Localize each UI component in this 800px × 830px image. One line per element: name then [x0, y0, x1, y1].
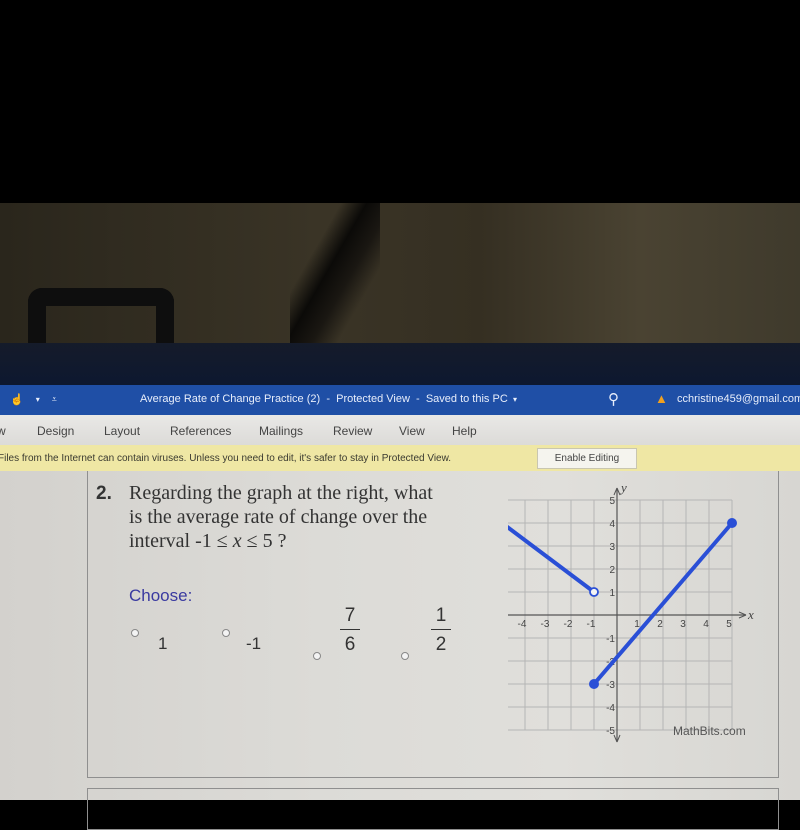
series [508, 518, 737, 689]
y-tick-label: 4 [609, 519, 615, 530]
x-tick-label: -2 [564, 619, 573, 630]
ribbon-tabs: w Design Layout References Mailings Revi… [0, 415, 800, 445]
warning-icon[interactable]: ▲ [655, 391, 668, 406]
option-1-radio[interactable] [131, 629, 139, 637]
y-tick-label: 5 [609, 496, 615, 507]
title-bar: ☝ ▾ ⩡ Average Rate of Change Practice (2… [0, 385, 800, 415]
closed-endpoint [589, 679, 599, 689]
y-tick-label: 2 [609, 565, 615, 576]
x-axis-label: x [747, 607, 754, 622]
tab-mailings[interactable]: Mailings [259, 424, 303, 438]
document-title[interactable]: Average Rate of Change Practice (2) - Pr… [140, 393, 517, 405]
enable-editing-button[interactable]: Enable Editing [537, 448, 637, 469]
open-endpoint [589, 587, 599, 597]
save-status-dropdown-icon[interactable]: ▾ [511, 395, 517, 404]
option-3-fraction: 7 6 [340, 605, 360, 656]
x-tick-label: 3 [680, 619, 686, 630]
segment-left-line [508, 525, 596, 594]
fraction-bar [340, 629, 360, 630]
x-tick-label: -1 [587, 619, 596, 630]
y-axis-label: y [619, 480, 627, 495]
tab-review[interactable]: Review [333, 424, 372, 438]
tick-labels: -5-4-3-2-11234554321-1-2-3-4-5 [518, 496, 733, 737]
choose-label: Choose: [129, 586, 193, 605]
option-2-label: -1 [246, 634, 262, 653]
view-mode: Protected View [336, 393, 410, 405]
y-tick-label: -3 [606, 680, 615, 691]
option-1-label: 1 [158, 634, 168, 653]
protected-view-message: Files from the Internet can contain viru… [0, 453, 452, 464]
x-tick-label: 5 [726, 619, 732, 630]
background-room-photo [0, 203, 800, 343]
y-tick-label: -4 [606, 703, 615, 714]
tab-view[interactable]: View [399, 424, 425, 438]
protected-view-bar: Files from the Internet can contain viru… [0, 445, 800, 471]
tab-references[interactable]: References [170, 424, 231, 438]
y-tick-label: 3 [609, 542, 615, 553]
option-4-fraction: 1 2 [431, 605, 451, 656]
question-number: 2. [96, 483, 112, 504]
search-icon[interactable]: ⚲ [608, 390, 619, 408]
x-tick-label: 2 [657, 619, 663, 630]
tab-design[interactable]: Design [37, 424, 74, 438]
next-question-box [87, 788, 779, 830]
save-status: Saved to this PC [425, 393, 508, 405]
y-tick-label: 1 [609, 588, 615, 599]
chair-silhouette [28, 288, 174, 343]
y-tick-label: -5 [606, 726, 615, 737]
tab-view-partial[interactable]: w [0, 424, 6, 438]
lamp-shadow [290, 203, 380, 343]
chevron-down-icon[interactable]: ▾ [36, 395, 40, 404]
y-tick-label: -1 [606, 634, 615, 645]
option-4-radio[interactable] [401, 652, 409, 660]
function-graph: xy -5-4-3-2-11234554321-1-2-3-4-5 MathBi… [508, 480, 754, 743]
customize-qat-icon[interactable]: ⩡ [52, 394, 57, 405]
option-3-radio[interactable] [313, 652, 321, 660]
document-page: 2. Regarding the graph at the right, wha… [0, 471, 800, 830]
x-tick-label: -4 [518, 619, 527, 630]
option-2-radio[interactable] [222, 629, 230, 637]
closed-endpoint [727, 518, 737, 528]
tab-layout[interactable]: Layout [104, 424, 140, 438]
quick-access-toolbar: ☝ ▾ ⩡ [10, 393, 57, 406]
tab-help[interactable]: Help [452, 424, 477, 438]
question-text: Regarding the graph at the right, what i… [129, 482, 433, 552]
account-email[interactable]: cchristine459@gmail.com [677, 393, 800, 405]
monitor-bezel [0, 343, 800, 385]
axes: xy [508, 480, 754, 743]
x-tick-label: -3 [541, 619, 550, 630]
question-box: 2. Regarding the graph at the right, wha… [87, 471, 779, 778]
watermark: MathBits.com [673, 724, 746, 738]
touch-mode-icon[interactable]: ☝ [10, 393, 24, 406]
x-tick-label: 4 [703, 619, 709, 630]
fraction-bar [431, 629, 451, 630]
